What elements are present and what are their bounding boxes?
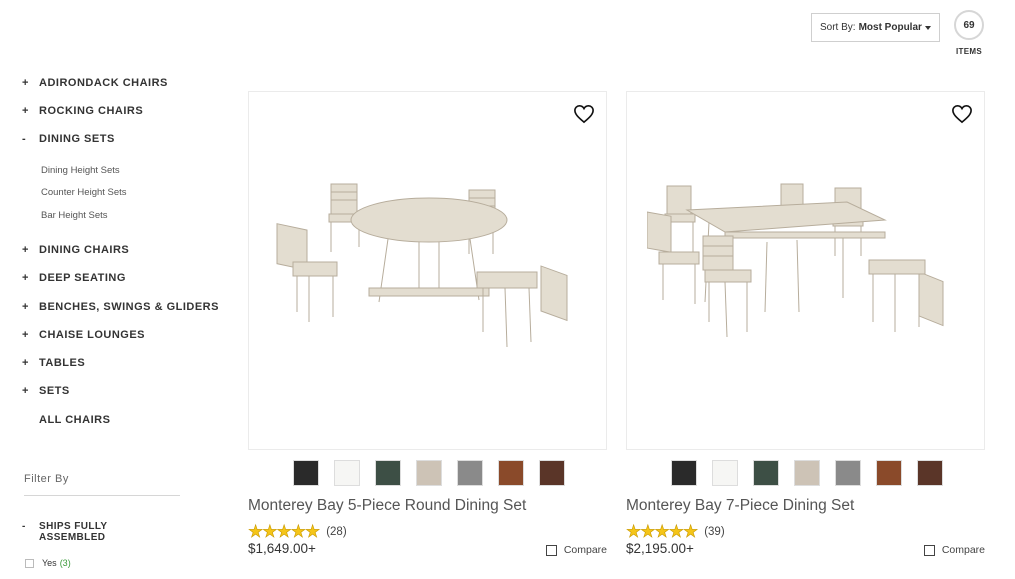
category-label: ADIRONDACK CHAIRS — [39, 77, 168, 89]
color-swatch-black[interactable] — [671, 460, 697, 486]
item-count-label: ITEMS — [956, 47, 982, 56]
color-swatch-green[interactable] — [375, 460, 401, 486]
category-rocking-chairs[interactable]: + ROCKING CHAIRS — [22, 105, 143, 117]
category-label: ROCKING CHAIRS — [39, 105, 144, 117]
checkbox[interactable] — [923, 544, 935, 556]
category-dining-sets[interactable]: - DINING SETS — [22, 133, 115, 145]
color-swatch-black[interactable] — [293, 460, 319, 486]
color-swatch-sand[interactable] — [416, 460, 442, 486]
category-deep-seating[interactable]: + DEEP SEATING — [22, 272, 126, 284]
product-name[interactable]: Monterey Bay 7-Piece Dining Set — [626, 497, 854, 515]
item-count: 69 — [954, 10, 984, 40]
product-card: Monterey Bay 7-Piece Dining Set ★★★★★ (3… — [626, 91, 985, 556]
color-swatch-mahogany[interactable] — [539, 460, 565, 486]
subcategory-dining-height-sets[interactable]: Dining Height Sets — [41, 165, 120, 176]
filter-option-label: Yes — [42, 558, 57, 568]
review-count: (39) — [704, 526, 725, 538]
expand-icon: + — [22, 301, 29, 313]
product-image[interactable] — [248, 91, 607, 450]
category-chaise-lounges[interactable]: + CHAISE LOUNGES — [22, 329, 145, 341]
category-label: SETS — [39, 385, 70, 397]
color-swatch-white[interactable] — [712, 460, 738, 486]
filter-group-label: SHIPS FULLY ASSEMBLED — [39, 521, 108, 543]
expand-icon: + — [22, 385, 29, 397]
product-price: $1,649.00+ — [248, 541, 316, 556]
color-swatch-green[interactable] — [753, 460, 779, 486]
collapse-icon: - — [22, 133, 27, 145]
filter-divider — [24, 495, 180, 496]
round-dining-set-photo — [276, 183, 568, 348]
product-image[interactable] — [626, 91, 985, 450]
color-swatch-teak[interactable] — [498, 460, 524, 486]
product-rating[interactable]: ★★★★★ (28) — [248, 522, 347, 542]
filter-option-yes[interactable]: Yes (3) — [25, 558, 71, 568]
filter-group-ships-fully-assembled[interactable]: - SHIPS FULLY ASSEMBLED — [22, 521, 129, 543]
category-label: DINING CHAIRS — [39, 244, 130, 256]
product-price: $2,195.00+ — [626, 541, 694, 556]
sort-label: Sort By: — [820, 22, 856, 33]
expand-icon: + — [22, 105, 29, 117]
review-count: (28) — [326, 526, 347, 538]
product-card: Monterey Bay 5-Piece Round Dining Set ★★… — [248, 91, 607, 556]
color-swatches — [293, 460, 565, 486]
color-swatches — [671, 460, 943, 486]
color-swatch-gray[interactable] — [835, 460, 861, 486]
star-rating-icon: ★★★★★ — [248, 522, 321, 542]
sort-dropdown[interactable]: Sort By: Most Popular — [811, 13, 940, 42]
product-name[interactable]: Monterey Bay 5-Piece Round Dining Set — [248, 497, 526, 515]
sort-value: Most Popular — [858, 22, 922, 33]
checkbox[interactable] — [545, 544, 557, 556]
compare-toggle[interactable]: Compare — [545, 544, 607, 556]
subcategory-bar-height-sets[interactable]: Bar Height Sets — [41, 210, 108, 221]
heart-icon[interactable] — [951, 104, 973, 124]
category-label: ALL CHAIRS — [39, 414, 111, 426]
category-sets[interactable]: + SETS — [22, 385, 70, 397]
category-label: TABLES — [39, 357, 86, 369]
expand-icon: + — [22, 272, 29, 284]
product-rating[interactable]: ★★★★★ (39) — [626, 522, 725, 542]
category-label: BENCHES, SWINGS & GLIDERS — [39, 301, 219, 313]
category-dining-chairs[interactable]: + DINING CHAIRS — [22, 244, 129, 256]
expand-icon: + — [22, 357, 29, 369]
heart-icon[interactable] — [573, 104, 595, 124]
expand-icon: + — [22, 329, 29, 341]
expand-icon: + — [22, 244, 29, 256]
subcategory-counter-height-sets[interactable]: Counter Height Sets — [41, 187, 127, 198]
collapse-icon: - — [22, 521, 26, 532]
category-adirondack-chairs[interactable]: + ADIRONDACK CHAIRS — [22, 77, 168, 89]
color-swatch-sand[interactable] — [794, 460, 820, 486]
category-label: CHAISE LOUNGES — [39, 329, 146, 341]
category-tables[interactable]: + TABLES — [22, 357, 85, 369]
color-swatch-white[interactable] — [334, 460, 360, 486]
category-benches-swings-gliders[interactable]: + BENCHES, SWINGS & GLIDERS — [22, 301, 219, 313]
category-label: DINING SETS — [39, 133, 115, 145]
category-label: DEEP SEATING — [39, 272, 126, 284]
compare-label: Compare — [563, 544, 607, 556]
category-all-chairs[interactable]: ALL CHAIRS — [22, 414, 110, 426]
checkbox[interactable] — [25, 558, 34, 568]
star-rating-icon: ★★★★★ — [626, 522, 699, 542]
color-swatch-mahogany[interactable] — [917, 460, 943, 486]
compare-toggle[interactable]: Compare — [923, 544, 985, 556]
color-swatch-teak[interactable] — [876, 460, 902, 486]
filter-option-count: (3) — [59, 558, 71, 568]
caret-down-icon — [925, 26, 931, 30]
color-swatch-gray[interactable] — [457, 460, 483, 486]
filter-by-title: Filter By — [24, 473, 69, 485]
compare-label: Compare — [941, 544, 985, 556]
rectangular-dining-set-photo — [647, 183, 944, 338]
expand-icon: + — [22, 77, 29, 89]
